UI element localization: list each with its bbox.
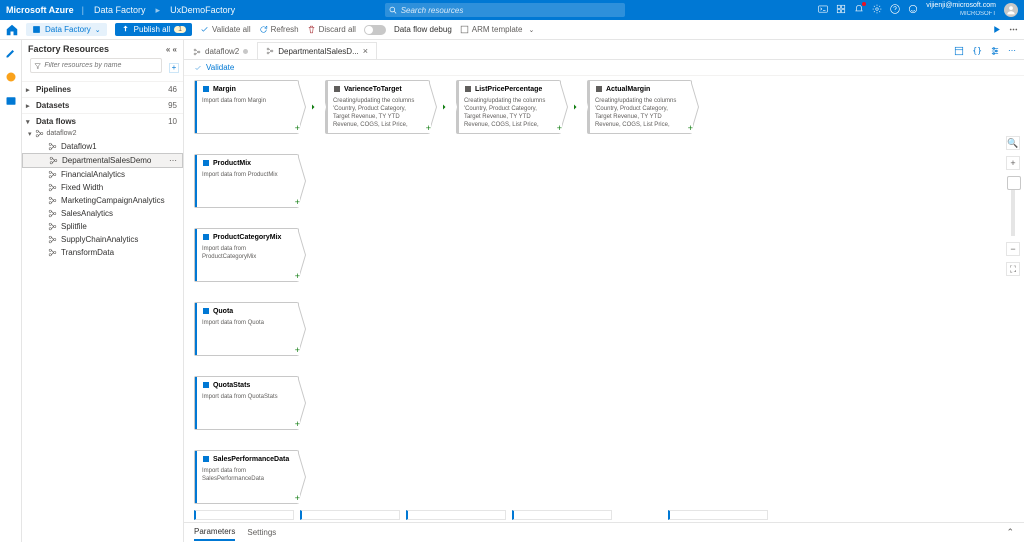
editor-tabs: dataflow2 DepartmentalSalesD...× {} ⋯ (184, 40, 1024, 60)
arm-template-button[interactable]: ARM template⌄ (460, 25, 535, 34)
node-productmix[interactable]: ProductMixImport data from ProductMix+ (194, 154, 299, 208)
zoom-in-icon[interactable]: + (1006, 156, 1020, 170)
resources-sidebar: Factory Resources « « + ▸Pipelines46 ▸Da… (22, 40, 184, 542)
flow-item[interactable]: Dataflow1 (22, 140, 183, 153)
node-listprice[interactable]: ListPricePercentageCreating/updating the… (456, 80, 561, 134)
zoom-out-icon[interactable]: − (1006, 242, 1020, 256)
zoom-slider[interactable] (1011, 176, 1015, 236)
node-productcategorymix[interactable]: ProductCategoryMixImport data from Produ… (194, 228, 299, 282)
flow-item[interactable]: FinancialAnalytics (22, 168, 183, 181)
validate-all-button[interactable]: Validate all (200, 25, 251, 34)
tab-dataflow2[interactable]: dataflow2 (184, 43, 257, 59)
node-margin[interactable]: MarginImport data from Margin+ (194, 80, 299, 134)
tab-parameters[interactable]: Parameters (194, 524, 235, 541)
nav-manage-icon[interactable] (4, 94, 18, 108)
nav-author-icon[interactable] (4, 46, 18, 60)
add-step-icon[interactable]: + (295, 123, 300, 133)
run-icon[interactable] (992, 25, 1001, 34)
vertical-nav (0, 40, 22, 542)
add-step-icon[interactable]: + (295, 197, 300, 207)
nav-monitor-icon[interactable] (4, 70, 18, 84)
section-datasets[interactable]: ▸Datasets95 (22, 97, 183, 113)
add-step-icon[interactable]: + (295, 419, 300, 429)
close-tab-icon[interactable]: × (363, 46, 368, 56)
section-data-flows[interactable]: ▾Data flows10 (22, 113, 183, 129)
mini-overview (194, 510, 768, 520)
search-input[interactable] (401, 6, 621, 15)
refresh-button[interactable]: Refresh (259, 25, 299, 34)
bottom-panel-tabs: Parameters Settings ⌃ (184, 522, 1024, 542)
add-step-icon[interactable]: + (295, 345, 300, 355)
node-actualmargin[interactable]: ActualMarginCreating/updating the column… (587, 80, 692, 134)
user-org: MICROSOFT (926, 10, 996, 18)
cloud-shell-icon[interactable] (818, 4, 828, 16)
connector-icon (569, 102, 579, 112)
filter-input[interactable] (44, 62, 158, 69)
publish-all-button[interactable]: Publish all 1 (115, 23, 192, 36)
filter-icon (34, 62, 41, 70)
flow-item[interactable]: MarketingCampaignAnalytics (22, 194, 183, 207)
add-step-icon[interactable]: + (688, 123, 693, 133)
node-quotastats[interactable]: QuotaStatsImport data from QuotaStats+ (194, 376, 299, 430)
node-salesperf[interactable]: SalesPerformanceDataImport data from Sal… (194, 450, 299, 504)
flow-item[interactable]: SalesAnalytics (22, 207, 183, 220)
global-search[interactable] (385, 3, 625, 17)
tab-settings[interactable]: Settings (247, 525, 276, 540)
flow-item[interactable]: Fixed Width (22, 181, 183, 194)
crumb-factory-name[interactable]: UxDemoFactory (168, 5, 237, 15)
settings-icon[interactable] (872, 4, 882, 16)
overflow-icon[interactable]: ⋯ (1008, 46, 1016, 56)
flow-item-selected[interactable]: DepartmentalSalesDemo⋯ (22, 153, 183, 168)
node-quota[interactable]: QuotaImport data from Quota+ (194, 302, 299, 356)
item-more-icon[interactable]: ⋯ (169, 156, 178, 165)
flow-item[interactable]: TransformData (22, 246, 183, 259)
node-variance[interactable]: VarienceToTargetCreating/updating the co… (325, 80, 430, 134)
properties-icon[interactable] (954, 46, 964, 56)
user-info[interactable]: vijienji@microsoft.com MICROSOFT (926, 2, 996, 18)
search-icon (389, 6, 397, 14)
unsaved-dot-icon (243, 49, 248, 54)
search-canvas-icon[interactable]: 🔍 (1006, 136, 1020, 150)
factory-selector[interactable]: Data Factory ⌄ (26, 23, 107, 36)
canvas-tools: 🔍 + − ⛶ (1006, 136, 1020, 276)
user-email: vijienji@microsoft.com (926, 2, 996, 10)
sidebar-title: Factory Resources (28, 44, 109, 54)
connector-icon (307, 102, 317, 112)
data-flow-debug-toggle[interactable] (364, 25, 386, 35)
directory-icon[interactable] (836, 4, 846, 16)
crumb-data-factory[interactable]: Data Factory (92, 5, 148, 15)
help-icon[interactable] (890, 4, 900, 16)
flow-item[interactable]: SupplyChainAnalytics (22, 233, 183, 246)
workarea: dataflow2 DepartmentalSalesD...× {} ⋯ Va… (184, 40, 1024, 542)
expand-panel-icon[interactable]: ⌃ (1006, 527, 1014, 538)
dataflow-canvas[interactable]: MarginImport data from Margin+ VarienceT… (184, 76, 1024, 542)
avatar[interactable] (1004, 3, 1018, 17)
more-icon[interactable] (1009, 25, 1018, 34)
home-icon[interactable] (6, 24, 18, 36)
connector-icon (438, 102, 448, 112)
settings-panel-icon[interactable] (990, 46, 1000, 56)
factory-toolbar: Data Factory ⌄ Publish all 1 Validate al… (0, 20, 1024, 40)
add-step-icon[interactable]: + (295, 493, 300, 503)
notifications-icon[interactable] (854, 4, 864, 16)
flow-item[interactable]: Splitfile (22, 220, 183, 233)
fit-icon[interactable]: ⛶ (1006, 262, 1020, 276)
feedback-icon[interactable] (908, 4, 918, 16)
add-step-icon[interactable]: + (426, 123, 431, 133)
discard-all-button[interactable]: Discard all (307, 25, 356, 34)
validate-button[interactable]: Validate (184, 60, 1024, 76)
add-step-icon[interactable]: + (557, 123, 562, 133)
section-pipelines[interactable]: ▸Pipelines46 (22, 81, 183, 97)
json-icon[interactable]: {} (972, 46, 982, 56)
sidebar-collapse-icon[interactable]: « « (166, 45, 177, 54)
add-step-icon[interactable]: + (295, 271, 300, 281)
publish-count-badge: 1 (174, 26, 186, 33)
add-resource-button[interactable]: + (169, 63, 179, 73)
azure-header: Microsoft Azure | Data Factory ▸ UxDemoF… (0, 0, 1024, 20)
debug-label: Data flow debug (394, 25, 452, 34)
brand[interactable]: Microsoft Azure (6, 5, 74, 15)
tab-departmental[interactable]: DepartmentalSalesD...× (257, 42, 377, 59)
